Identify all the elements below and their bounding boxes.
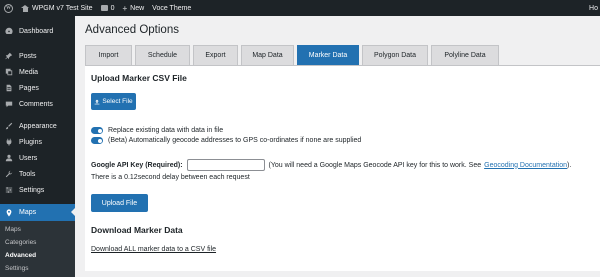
sidebar-item-maps[interactable]: Maps [0,204,75,221]
page-icon [5,84,13,92]
sidebar-item-label: Posts [19,52,37,60]
sidebar-item-label: Media [19,68,39,76]
select-file-label: Select File [102,98,133,105]
submenu-item-advanced[interactable]: Advanced [0,249,75,262]
delay-note: There is a 0.12second delay between each… [91,174,250,181]
geocode-toggle[interactable] [91,137,103,144]
sidebar-item-appearance[interactable]: Appearance [0,118,75,134]
download-heading: Download Marker Data [91,225,183,235]
sidebar-item-dashboard[interactable]: Dashboard [0,22,75,40]
comment-bubble-icon [100,5,108,11]
comments-count: 0 [110,4,115,12]
page-title: Advanced Options [85,24,179,36]
sidebar-item-label: Plugins [19,138,42,146]
sidebar-item-label: Maps [19,209,37,216]
dashboard-icon [5,27,13,35]
wordpress-logo-button[interactable]: W [0,0,17,16]
tab-polyline-data[interactable]: Polyline Data [431,45,499,65]
upload-file-button[interactable]: Upload File [91,194,148,212]
admin-bar: W WPGM v7 Test Site 0 + New Voce Theme H… [0,0,600,16]
sidebar-item-media[interactable]: Media [0,64,75,80]
sidebar-item-posts[interactable]: Posts [0,48,75,64]
sidebar-item-label: Comments [19,100,53,108]
wrench-icon [5,170,13,178]
tab-marker-data[interactable]: Marker Data [297,45,359,65]
upload-heading: Upload Marker CSV File [91,73,187,83]
tab-import[interactable]: Import [85,45,132,65]
map-pin-icon [5,208,13,217]
sidebar-item-plugins[interactable]: Plugins [0,134,75,150]
settings-icon [5,186,13,194]
tab-export[interactable]: Export [193,45,238,65]
sidebar-item-label: Dashboard [19,27,54,35]
geocode-label: (Beta) Automatically geocode addresses t… [108,137,362,144]
geocoding-documentation-link[interactable]: Geocoding Documentation [484,162,567,169]
api-key-label: Google API Key (Required): [91,161,183,169]
site-name-link[interactable]: WPGM v7 Test Site [17,0,97,16]
sidebar-item-tools[interactable]: Tools [0,166,75,182]
plugin-icon [5,138,13,146]
api-key-row: Google API Key (Required): (You will nee… [91,159,571,171]
admin-sidebar: Dashboard Posts Media Pages Comments App… [0,16,75,277]
sidebar-item-label: Appearance [19,122,57,130]
tab-bar: Import Schedule Export Map Data Marker D… [85,45,499,65]
sidebar-item-label: Tools [19,170,36,178]
api-key-input[interactable] [186,159,265,171]
home-icon [21,4,29,12]
media-icon [5,68,13,76]
wordpress-icon: W [4,3,13,13]
download-csv-link[interactable]: Download ALL marker data to a CSV file [91,246,216,253]
sidebar-item-comments[interactable]: Comments [0,96,75,112]
user-account-menu[interactable]: Ho [585,0,600,16]
sidebar-item-pages[interactable]: Pages [0,80,75,96]
sidebar-item-label: Settings [19,186,45,194]
replace-data-option[interactable]: Replace existing data with data in file [91,127,223,134]
comments-link[interactable]: 0 [97,0,119,16]
api-key-note: (You will need a Google Maps Geocode API… [268,161,482,169]
geocode-option[interactable]: (Beta) Automatically geocode addresses t… [91,137,361,144]
submenu-item-categories[interactable]: Categories [0,236,75,249]
main-content: Advanced Options Import Schedule Export … [75,16,600,271]
brush-icon [5,122,13,130]
replace-data-toggle[interactable] [91,127,103,134]
tab-polygon-data[interactable]: Polygon Data [362,45,428,65]
sidebar-item-users[interactable]: Users [0,150,75,166]
site-name: WPGM v7 Test Site [32,4,93,12]
new-content-menu[interactable]: + New [118,0,148,16]
theme-label: Voce Theme [152,4,192,12]
comment-icon [5,100,13,108]
upload-icon [94,99,100,104]
sidebar-item-label: Users [19,154,38,162]
user-icon [5,154,13,162]
select-file-button[interactable]: Select File [91,93,136,110]
marker-data-panel: Upload Marker CSV File Select File Repla… [85,66,600,271]
pin-icon [5,52,13,60]
tab-map-data[interactable]: Map Data [241,45,294,65]
theme-link[interactable]: Voce Theme [148,0,195,16]
submenu-item-settings[interactable]: Settings [0,262,75,275]
user-greeting: Ho [589,4,598,12]
plus-icon: + [122,3,128,13]
maps-submenu: Maps Categories Advanced Settings [0,221,75,277]
sidebar-item-settings[interactable]: Settings [0,182,75,198]
api-key-note-end: ). [567,161,572,169]
replace-data-label: Replace existing data with data in file [108,127,224,134]
tab-schedule[interactable]: Schedule [135,45,190,65]
submenu-item-maps[interactable]: Maps [0,223,75,236]
sidebar-item-label: Pages [19,84,39,92]
new-label: New [130,4,145,12]
